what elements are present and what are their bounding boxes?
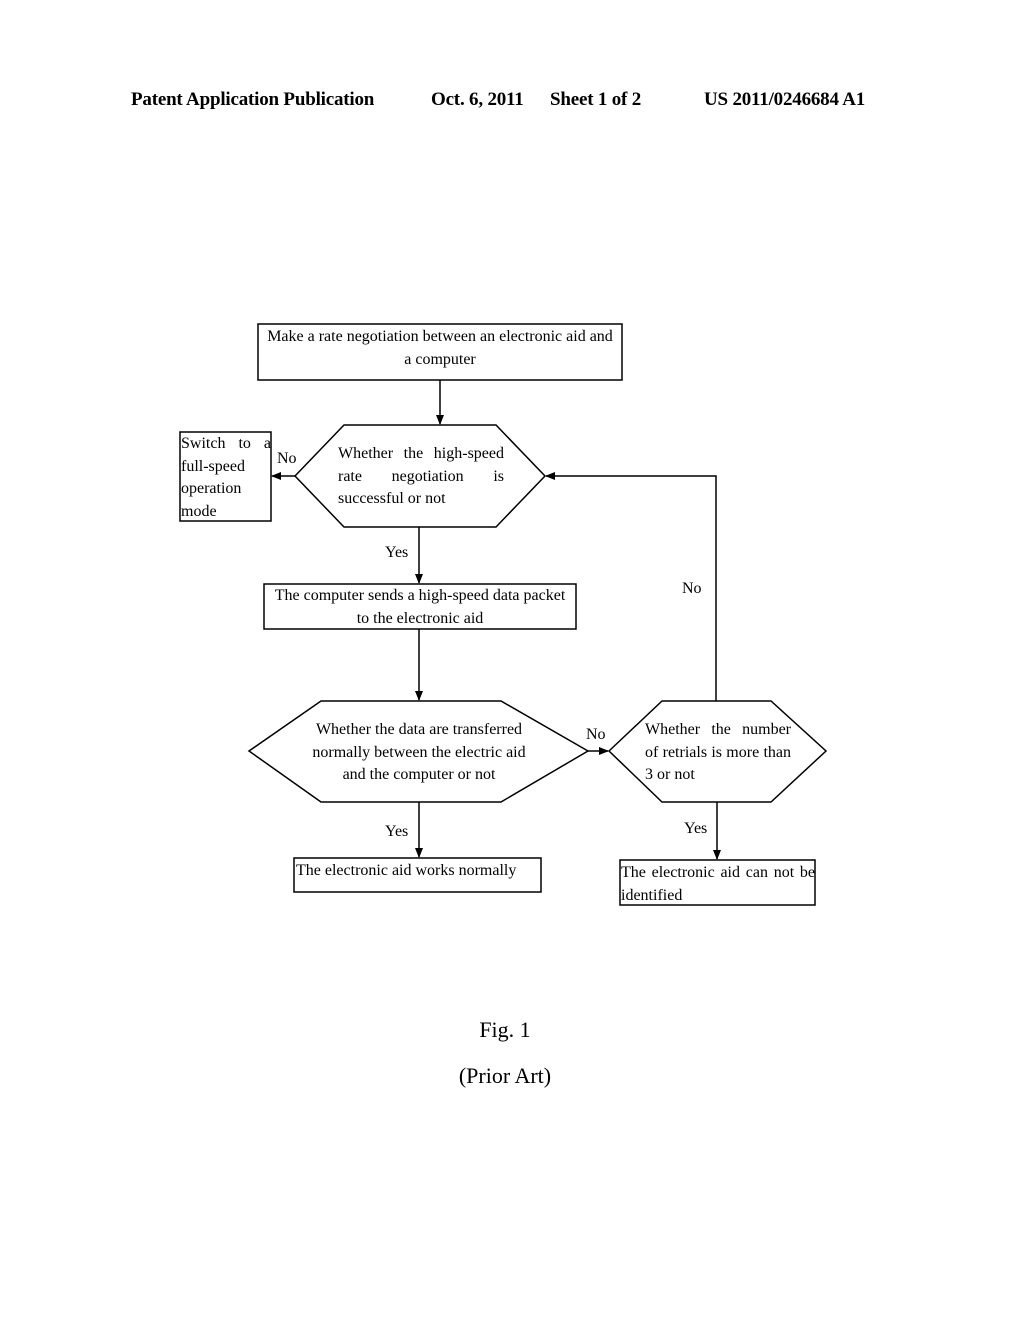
edge-label-transfer-yes: Yes (385, 823, 409, 840)
edge-label-transfer-no: No (586, 726, 606, 743)
decision-highspeed-text: Whether the high-speed rate negotiation … (338, 445, 504, 507)
start-text: Make a rate negotiation between an elect… (267, 328, 613, 368)
fullspeed-text: Switch to a full-speed operation mode (181, 435, 271, 520)
edge-label-highspeed-no: No (277, 450, 297, 467)
decision-retrials-text: Whether the number of retrials is more t… (645, 721, 791, 783)
flowchart (179, 323, 828, 906)
edge-label-highspeed-yes: Yes (385, 544, 409, 561)
edge-label-retrials-yes: Yes (684, 820, 708, 837)
send-packet-text: The computer sends a high-speed data pac… (274, 587, 566, 627)
works-normally-text: The electronic aid works normally (296, 862, 517, 879)
decision-transfer-text: Whether the data are transferred normall… (312, 721, 526, 783)
not-identified-text: The electronic aid can not be identified (621, 864, 815, 904)
figure-note: (Prior Art) (458, 1063, 552, 1088)
figure-caption: Fig. 1 (479, 1017, 531, 1042)
edge-label-retrials-no: No (682, 580, 702, 597)
